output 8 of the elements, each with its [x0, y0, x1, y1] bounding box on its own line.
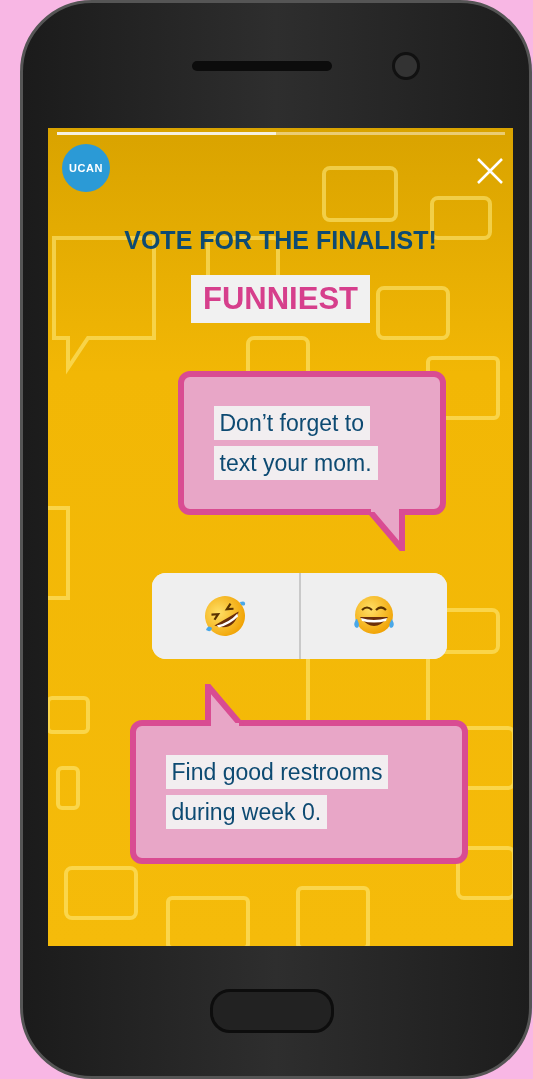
camera-lens	[392, 51, 420, 80]
home-button[interactable]	[210, 989, 334, 1033]
close-icon	[475, 156, 505, 186]
category-label: FUNNIEST	[191, 275, 370, 323]
logo: UCAN	[62, 144, 110, 192]
poll-option[interactable]	[298, 573, 447, 659]
poll-title: VOTE FOR THE FINALIST!	[124, 226, 437, 255]
close-button[interactable]	[475, 156, 505, 186]
